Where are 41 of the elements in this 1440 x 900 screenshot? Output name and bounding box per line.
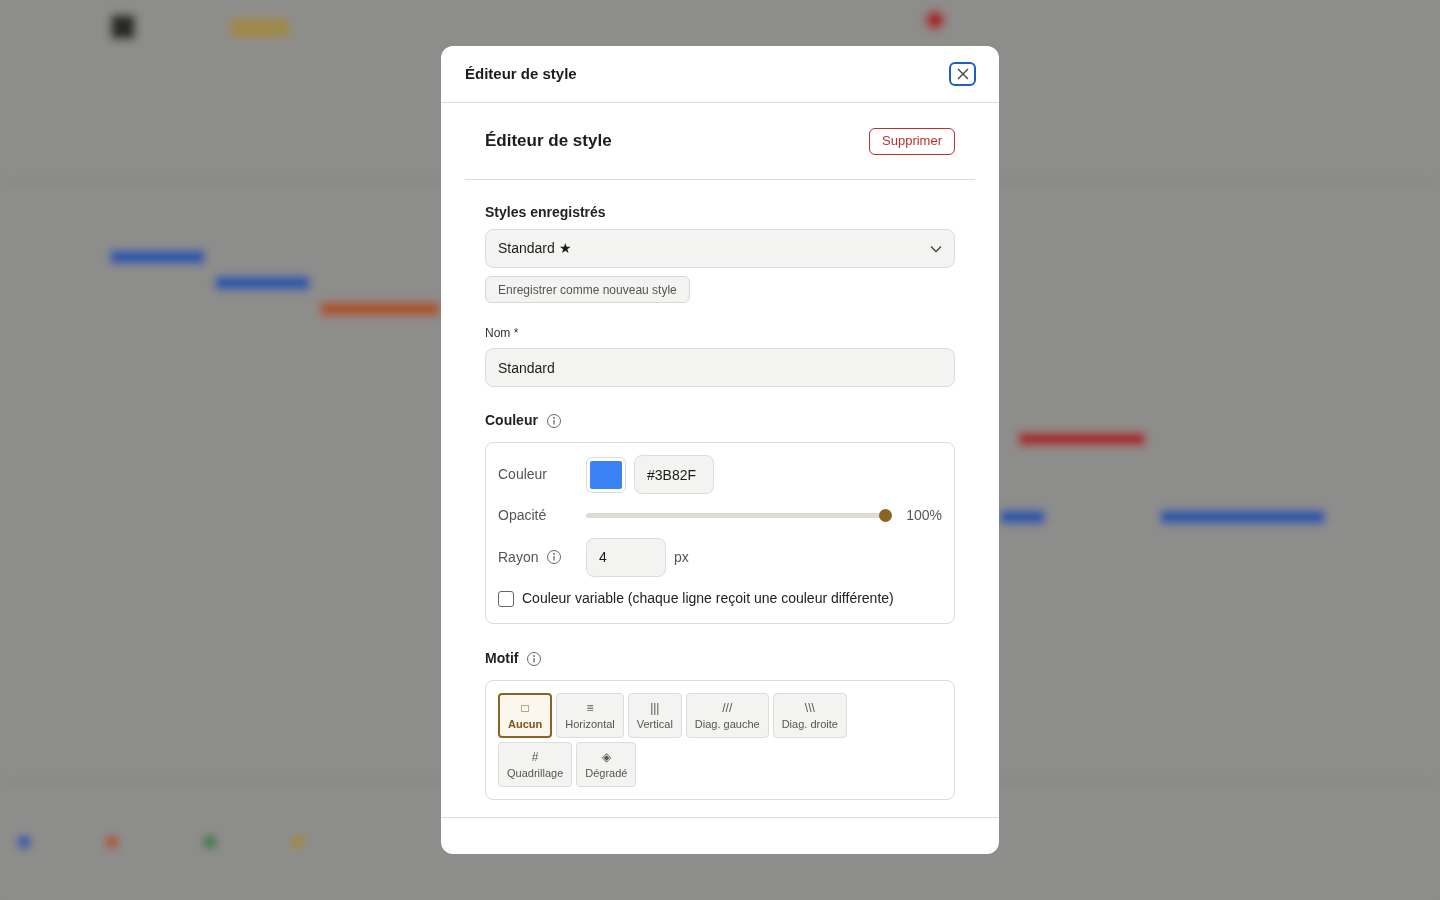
field-label: Styles enregistrés	[485, 203, 607, 222]
close-icon	[956, 68, 969, 80]
radius-field[interactable]: 4	[586, 537, 666, 577]
pattern-option[interactable]: # Quadrillage	[498, 742, 573, 787]
pattern-glyph-icon: ◈	[601, 748, 611, 765]
info-icon[interactable]	[546, 549, 563, 565]
checkbox-label: Couleur variable (chaque ligne reçoit une couleur différente)	[522, 589, 894, 608]
section-heading: Couleur	[485, 411, 538, 430]
pattern-glyph-icon: ///	[722, 699, 733, 716]
save-as-new-style-button[interactable]: Enregistrer comme nouveau style	[485, 276, 690, 303]
delete-button[interactable]: Supprimer	[869, 127, 955, 155]
pattern-option[interactable]: \\\ Diag. droite	[772, 693, 847, 738]
field-label: Rayon	[498, 547, 539, 567]
pattern-glyph-icon: #	[531, 748, 539, 765]
pattern-glyph-icon: □	[521, 699, 529, 716]
info-icon[interactable]	[526, 650, 543, 667]
info-icon[interactable]	[545, 412, 562, 429]
field-label: Opacité	[498, 505, 548, 525]
pattern-glyph-icon: |||	[650, 699, 660, 716]
field-label: Couleur	[498, 465, 549, 484]
pattern-option[interactable]: □ Aucun	[498, 693, 553, 738]
section-heading: Motif	[485, 649, 519, 668]
slider-thumb[interactable]	[879, 508, 892, 522]
pattern-option[interactable]: ◈ Dégradé	[576, 742, 637, 787]
name-field[interactable]: Standard	[485, 348, 955, 387]
pattern-option[interactable]: /// Diag. gauche	[685, 693, 769, 738]
chevron-down-icon	[930, 244, 942, 253]
pattern-glyph-icon: \\\	[804, 699, 815, 716]
pattern-glyph-icon: ≡	[586, 699, 594, 716]
editor-heading: Éditeur de style	[485, 130, 612, 153]
pattern-option[interactable]: ||| Vertical	[627, 693, 682, 738]
checkbox[interactable]	[498, 590, 514, 607]
opacity-slider[interactable]	[586, 508, 891, 522]
opacity-reading: 100%	[906, 505, 942, 525]
pattern-option[interactable]: ≡ Horizontal	[556, 693, 624, 738]
close-button[interactable]	[949, 62, 976, 86]
unit-label: px	[674, 547, 689, 567]
field-label: Nom *	[485, 325, 520, 342]
hex-field[interactable]: #3B82F	[634, 455, 714, 494]
saved-styles-select[interactable]: Standard ★	[485, 229, 955, 268]
dialog-title: Éditeur de style	[465, 63, 577, 84]
